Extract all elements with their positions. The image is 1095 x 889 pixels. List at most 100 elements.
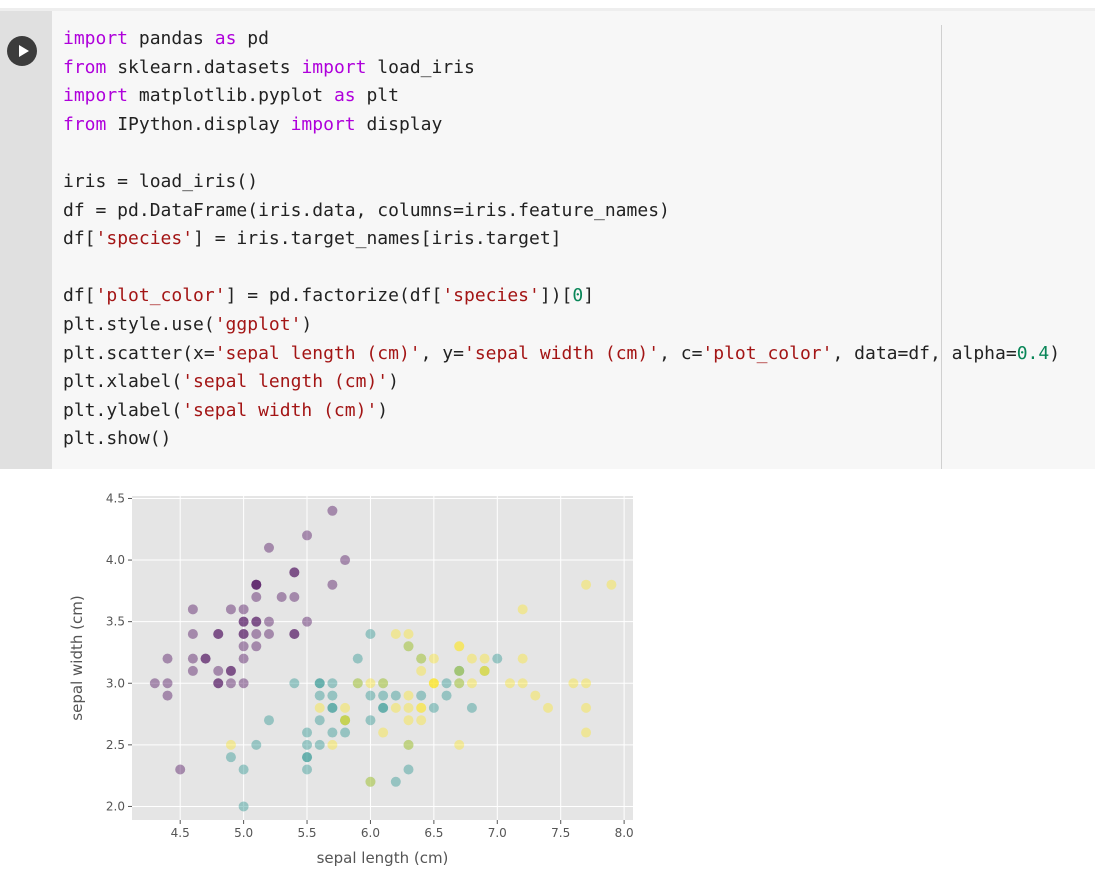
data-point [314,715,325,726]
code-token: IPython.display [106,113,291,135]
data-point [365,678,376,689]
code-token: plt.show() [63,428,172,450]
code-line: plt.scatter(x='sepal length (cm)', y='se… [63,340,1060,369]
data-point [416,653,427,664]
data-point [403,702,414,713]
data-point [416,665,427,676]
code-token: 'sepal width (cm)' [182,399,378,421]
code-token: df[ [63,285,96,307]
code-editor[interactable]: import pandas as pd from sklearn.datasets… [52,11,1095,469]
code-token: plt.xlabel( [63,371,183,393]
code-token: plt.style.use( [63,313,215,335]
data-point [263,628,274,639]
data-point [289,628,300,639]
code-line: from IPython.display import display [63,111,1060,140]
code-token: import [301,56,367,78]
code-token: ) [1049,342,1061,364]
cell-output: 4.5 5.0 5.5 6.0 6.5 7.0 7.5 8.0 2.0 2.5 3.0 3.5 4.0 4… [52,470,652,889]
code-text[interactable]: import pandas as pd from sklearn.datasets… [63,25,1060,454]
data-point [225,678,236,689]
data-point [517,653,528,664]
data-point [403,628,414,639]
code-token: import [63,85,129,107]
scatter-chart: 4.5 5.0 5.5 6.0 6.5 7.0 7.5 8.0 2.0 2.5 3.0 3.5 4.0 4… [68,491,634,867]
data-point [327,678,338,689]
code-token: , c= [659,342,703,364]
data-point [581,702,592,713]
data-point [403,641,414,652]
run-cell-button[interactable] [7,36,37,66]
data-point [428,678,439,689]
data-point [289,678,300,689]
code-token: 'plot_color' [702,342,833,364]
code-token: ] [583,285,595,307]
code-line: plt.xlabel('sepal length (cm)') [63,368,1060,397]
code-token: plt [355,85,399,107]
code-token: 'species' [95,228,194,250]
code-token: ) [377,399,389,421]
data-point [568,678,579,689]
code-token: from [63,113,107,135]
cell-gutter [0,11,52,469]
data-point [238,764,249,775]
data-point [390,702,401,713]
code-line: import matplotlib.pyplot as plt [63,82,1060,111]
data-point [466,678,477,689]
code-token: ] = iris.target_names[iris.target] [193,228,562,250]
data-point [340,727,351,738]
code-line: plt.ylabel('sepal width (cm)') [63,397,1060,426]
data-point [238,678,249,689]
data-point [251,616,262,627]
y-axis-label: sepal width (cm) [68,595,86,720]
data-point [149,678,160,689]
code-token: 'ggplot' [214,313,302,335]
data-point [302,764,313,775]
data-point [517,604,528,615]
data-point [302,530,313,541]
data-point [327,579,338,590]
x-tick-label: 5.5 [297,826,316,840]
data-point [466,702,477,713]
y-tick-label: 4.0 [106,553,125,567]
data-point [251,641,262,652]
code-token: display [355,113,443,135]
code-line: from sklearn.datasets import load_iris [63,54,1060,83]
data-point [162,653,173,664]
data-point [251,628,262,639]
code-token: ) [388,371,399,393]
y-tick-label: 4.5 [106,491,125,505]
data-point [187,665,198,676]
data-point [352,653,363,664]
code-line: plt.style.use('ggplot') [63,311,1060,340]
code-token: 0 [572,285,584,307]
data-point [289,592,300,603]
data-point [479,653,490,664]
code-token: ] = pd.factorize(df[ [225,285,443,307]
data-point [530,690,541,701]
y-tick-label: 3.0 [106,676,125,690]
data-point [365,628,376,639]
data-point [454,641,465,652]
data-point [327,505,338,516]
data-point [428,702,439,713]
data-point [225,665,236,676]
data-point [352,678,363,689]
code-line: plt.show() [63,425,1060,454]
data-point [378,702,389,713]
data-point [416,715,427,726]
code-token: , data=df, alpha= [832,342,1017,364]
code-token: as [214,28,237,49]
data-point [251,739,262,750]
code-line: import pandas as pd [63,25,1060,54]
data-point [314,739,325,750]
x-tick-label: 7.5 [551,826,570,840]
data-point [543,702,554,713]
y-tick-label: 2.0 [106,799,125,813]
data-point [302,616,313,627]
data-point [276,592,287,603]
data-point [238,653,249,664]
code-token: iris = load_iris() [63,170,259,192]
data-point [238,801,249,812]
code-token: df = pd.DataFrame(iris.data, columns=iri… [63,199,670,221]
